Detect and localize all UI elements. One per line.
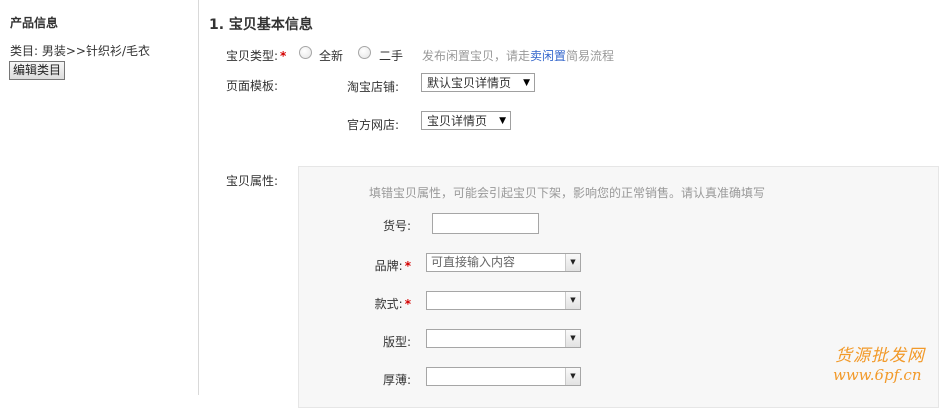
dropdown-arrow-icon[interactable]: ▼ xyxy=(565,330,580,347)
hint-prefix: 发布闲置宝贝，请走 xyxy=(422,49,531,63)
attributes-hint: 填错宝贝属性，可能会引起宝贝下架，影响您的正常销售。请认真准确填写 xyxy=(369,186,766,200)
brand-combo-value: 可直接输入内容 xyxy=(431,255,516,269)
watermark-logo: 货源批发网 xyxy=(835,346,925,366)
sidebar-title: 产品信息 xyxy=(10,16,59,30)
dropdown-arrow-icon: ▼ xyxy=(499,116,506,126)
idle-item-hint: 发布闲置宝贝，请走卖闲置简易流程 xyxy=(422,47,614,64)
radio-used[interactable] xyxy=(358,46,371,59)
official-template-select[interactable]: 宝贝详情页 ▼ xyxy=(421,111,511,130)
dropdown-arrow-icon[interactable]: ▼ xyxy=(565,368,580,385)
field-label-item-no: 货号: xyxy=(382,219,411,233)
sell-idle-link[interactable]: 卖闲置 xyxy=(530,49,566,63)
field-label-brand: 品牌: * xyxy=(371,257,411,274)
style-combo[interactable]: ▼ xyxy=(426,291,581,310)
edit-category-button[interactable]: 编辑类目 xyxy=(9,61,66,80)
dropdown-arrow-icon[interactable]: ▼ xyxy=(565,254,580,271)
dropdown-arrow-icon[interactable]: ▼ xyxy=(565,292,580,309)
dropdown-arrow-icon: ▼ xyxy=(523,78,530,88)
section-title: 1. 宝贝基本信息 xyxy=(209,17,313,33)
page-template-label: 页面模板: xyxy=(226,79,279,93)
official-store-label: 官方网店: xyxy=(347,118,400,132)
field-label-style: 款式: * xyxy=(371,295,411,312)
radio-used-label[interactable]: 二手 xyxy=(379,47,403,64)
radio-new[interactable] xyxy=(299,46,312,59)
sidebar: 产品信息 类目: 男装>>针织衫/毛衣 编辑类目 xyxy=(0,0,199,395)
taobao-store-label: 淘宝店铺: xyxy=(347,80,400,94)
item-type-label-text: 宝贝类型: xyxy=(226,49,279,63)
required-mark: * xyxy=(280,49,287,63)
field-label-thickness: 厚薄: xyxy=(382,373,411,387)
attributes-label: 宝贝属性: xyxy=(226,174,279,188)
item-number-input[interactable] xyxy=(432,213,539,234)
watermark-url: www.6pf.cn xyxy=(833,366,922,384)
official-template-value: 宝贝详情页 xyxy=(427,114,488,128)
field-label-fit: 版型: xyxy=(382,335,411,349)
taobao-template-select[interactable]: 默认宝贝详情页 ▼ xyxy=(421,73,535,92)
fit-combo[interactable]: ▼ xyxy=(426,329,581,348)
taobao-template-value: 默认宝贝详情页 xyxy=(427,76,512,90)
radio-new-label[interactable]: 全新 xyxy=(319,47,343,64)
brand-combo[interactable]: 可直接输入内容 ▼ xyxy=(426,253,581,272)
item-type-label: 宝贝类型: * xyxy=(226,47,286,64)
thickness-combo[interactable]: ▼ xyxy=(426,367,581,386)
style-label-text: 款式: xyxy=(374,297,403,311)
hint-suffix: 简易流程 xyxy=(566,49,615,63)
brand-label-text: 品牌: xyxy=(374,259,403,273)
required-mark: * xyxy=(404,297,411,311)
category-path: 类目: 男装>>针织衫/毛衣 xyxy=(10,44,151,58)
required-mark: * xyxy=(404,259,411,273)
